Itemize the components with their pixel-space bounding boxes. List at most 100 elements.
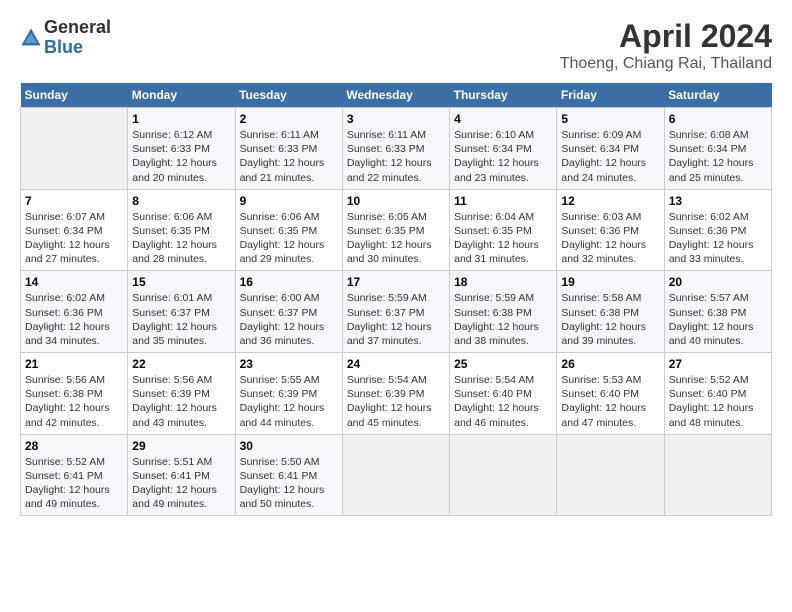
- day-number: 29: [132, 439, 230, 453]
- day-cell: 17 Sunrise: 5:59 AMSunset: 6:37 PMDayligh…: [342, 271, 449, 353]
- day-info: Sunrise: 5:54 AMSunset: 6:39 PMDaylight:…: [347, 373, 445, 430]
- day-cell: 12 Sunrise: 6:03 AMSunset: 6:36 PMDayligh…: [557, 189, 664, 271]
- day-info: Sunrise: 6:01 AMSunset: 6:37 PMDaylight:…: [132, 291, 230, 348]
- day-cell: 20Sunrise: 5:57 AMSunset: 6:38 PMDayligh…: [664, 271, 771, 353]
- day-number: 17: [347, 275, 445, 289]
- day-info: Sunrise: 6:02 AMSunset: 6:36 PMDaylight:…: [25, 291, 123, 348]
- day-cell: 21 Sunrise: 5:56 AMSunset: 6:38 PMDayligh…: [21, 353, 128, 435]
- day-info: Sunrise: 6:10 AMSunset: 6:34 PMDaylight:…: [454, 128, 552, 185]
- column-header-friday: Friday: [557, 83, 664, 108]
- day-info: Sunrise: 5:57 AMSunset: 6:38 PMDaylight:…: [669, 291, 767, 348]
- day-cell: 1 Sunrise: 6:12 AMSunset: 6:33 PMDaylight…: [128, 108, 235, 190]
- day-info: Sunrise: 6:12 AMSunset: 6:33 PMDaylight:…: [132, 128, 230, 185]
- day-info: Sunrise: 6:04 AMSunset: 6:35 PMDaylight:…: [454, 210, 552, 267]
- day-number: 22: [132, 357, 230, 371]
- day-cell: 4 Sunrise: 6:10 AMSunset: 6:34 PMDaylight…: [450, 108, 557, 190]
- column-header-sunday: Sunday: [21, 83, 128, 108]
- day-info: Sunrise: 6:02 AMSunset: 6:36 PMDaylight:…: [669, 210, 767, 267]
- day-info: Sunrise: 6:07 AMSunset: 6:34 PMDaylight:…: [25, 210, 123, 267]
- calendar-header-row: SundayMondayTuesdayWednesdayThursdayFrid…: [21, 83, 772, 108]
- day-info: Sunrise: 5:51 AMSunset: 6:41 PMDaylight:…: [132, 455, 230, 512]
- column-header-thursday: Thursday: [450, 83, 557, 108]
- day-info: Sunrise: 5:59 AMSunset: 6:38 PMDaylight:…: [454, 291, 552, 348]
- day-number: 15: [132, 275, 230, 289]
- title-block: April 2024 Thoeng, Chiang Rai, Thailand: [560, 18, 772, 73]
- day-number: 12: [561, 194, 659, 208]
- day-cell: 19Sunrise: 5:58 AMSunset: 6:38 PMDayligh…: [557, 271, 664, 353]
- week-row-4: 21 Sunrise: 5:56 AMSunset: 6:38 PMDayligh…: [21, 353, 772, 435]
- day-info: Sunrise: 5:56 AMSunset: 6:38 PMDaylight:…: [25, 373, 123, 430]
- day-info: Sunrise: 5:52 AMSunset: 6:41 PMDaylight:…: [25, 455, 123, 512]
- day-cell: 10 Sunrise: 6:05 AMSunset: 6:35 PMDayligh…: [342, 189, 449, 271]
- day-cell: 13 Sunrise: 6:02 AMSunset: 6:36 PMDayligh…: [664, 189, 771, 271]
- day-cell: 14 Sunrise: 6:02 AMSunset: 6:36 PMDayligh…: [21, 271, 128, 353]
- day-number: 24: [347, 357, 445, 371]
- day-info: Sunrise: 6:06 AMSunset: 6:35 PMDaylight:…: [240, 210, 338, 267]
- column-header-monday: Monday: [128, 83, 235, 108]
- day-number: 4: [454, 112, 552, 126]
- day-number: 8: [132, 194, 230, 208]
- day-cell: [342, 434, 449, 516]
- day-cell: 15 Sunrise: 6:01 AMSunset: 6:37 PMDayligh…: [128, 271, 235, 353]
- day-number: 3: [347, 112, 445, 126]
- day-number: 13: [669, 194, 767, 208]
- day-number: 14: [25, 275, 123, 289]
- day-cell: 6Sunrise: 6:08 AMSunset: 6:34 PMDaylight…: [664, 108, 771, 190]
- day-info: Sunrise: 6:06 AMSunset: 6:35 PMDaylight:…: [132, 210, 230, 267]
- day-number: 10: [347, 194, 445, 208]
- day-cell: 26Sunrise: 5:53 AMSunset: 6:40 PMDayligh…: [557, 353, 664, 435]
- day-number: 23: [240, 357, 338, 371]
- day-info: Sunrise: 5:58 AMSunset: 6:38 PMDaylight:…: [561, 291, 659, 348]
- day-number: 1: [132, 112, 230, 126]
- logo-blue: Blue: [44, 37, 83, 57]
- logo: General Blue: [20, 18, 111, 58]
- calendar-table: SundayMondayTuesdayWednesdayThursdayFrid…: [20, 83, 772, 516]
- day-number: 30: [240, 439, 338, 453]
- week-row-3: 14 Sunrise: 6:02 AMSunset: 6:36 PMDayligh…: [21, 271, 772, 353]
- day-cell: 22 Sunrise: 5:56 AMSunset: 6:39 PMDayligh…: [128, 353, 235, 435]
- day-cell: 5 Sunrise: 6:09 AMSunset: 6:34 PMDaylight…: [557, 108, 664, 190]
- day-cell: [664, 434, 771, 516]
- day-cell: [557, 434, 664, 516]
- day-info: Sunrise: 6:05 AMSunset: 6:35 PMDaylight:…: [347, 210, 445, 267]
- header-row: General Blue April 2024 Thoeng, Chiang R…: [20, 18, 772, 73]
- day-number: 2: [240, 112, 338, 126]
- day-cell: 25 Sunrise: 5:54 AMSunset: 6:40 PMDayligh…: [450, 353, 557, 435]
- week-row-2: 7Sunrise: 6:07 AMSunset: 6:34 PMDaylight…: [21, 189, 772, 271]
- day-cell: 16 Sunrise: 6:00 AMSunset: 6:37 PMDayligh…: [235, 271, 342, 353]
- day-number: 27: [669, 357, 767, 371]
- day-cell: 27Sunrise: 5:52 AMSunset: 6:40 PMDayligh…: [664, 353, 771, 435]
- day-cell: [21, 108, 128, 190]
- day-info: Sunrise: 5:59 AMSunset: 6:37 PMDaylight:…: [347, 291, 445, 348]
- day-cell: 18Sunrise: 5:59 AMSunset: 6:38 PMDayligh…: [450, 271, 557, 353]
- day-info: Sunrise: 6:03 AMSunset: 6:36 PMDaylight:…: [561, 210, 659, 267]
- logo-general: General: [44, 17, 111, 37]
- day-number: 5: [561, 112, 659, 126]
- main-title: April 2024: [560, 18, 772, 55]
- day-number: 25: [454, 357, 552, 371]
- day-info: Sunrise: 5:56 AMSunset: 6:39 PMDaylight:…: [132, 373, 230, 430]
- day-cell: 9Sunrise: 6:06 AMSunset: 6:35 PMDaylight…: [235, 189, 342, 271]
- week-row-1: 1 Sunrise: 6:12 AMSunset: 6:33 PMDaylight…: [21, 108, 772, 190]
- day-cell: 28Sunrise: 5:52 AMSunset: 6:41 PMDayligh…: [21, 434, 128, 516]
- day-number: 16: [240, 275, 338, 289]
- day-cell: 7Sunrise: 6:07 AMSunset: 6:34 PMDaylight…: [21, 189, 128, 271]
- day-number: 11: [454, 194, 552, 208]
- day-info: Sunrise: 6:11 AMSunset: 6:33 PMDaylight:…: [347, 128, 445, 185]
- day-info: Sunrise: 5:54 AMSunset: 6:40 PMDaylight:…: [454, 373, 552, 430]
- day-cell: 23 Sunrise: 5:55 AMSunset: 6:39 PMDayligh…: [235, 353, 342, 435]
- day-info: Sunrise: 6:11 AMSunset: 6:33 PMDaylight:…: [240, 128, 338, 185]
- main-container: General Blue April 2024 Thoeng, Chiang R…: [0, 0, 792, 526]
- column-header-tuesday: Tuesday: [235, 83, 342, 108]
- day-info: Sunrise: 6:00 AMSunset: 6:37 PMDaylight:…: [240, 291, 338, 348]
- column-header-saturday: Saturday: [664, 83, 771, 108]
- day-cell: 8 Sunrise: 6:06 AMSunset: 6:35 PMDaylight…: [128, 189, 235, 271]
- day-cell: 30Sunrise: 5:50 AMSunset: 6:41 PMDayligh…: [235, 434, 342, 516]
- day-cell: 11 Sunrise: 6:04 AMSunset: 6:35 PMDayligh…: [450, 189, 557, 271]
- day-info: Sunrise: 6:09 AMSunset: 6:34 PMDaylight:…: [561, 128, 659, 185]
- day-cell: 2 Sunrise: 6:11 AMSunset: 6:33 PMDaylight…: [235, 108, 342, 190]
- day-number: 21: [25, 357, 123, 371]
- subtitle: Thoeng, Chiang Rai, Thailand: [560, 55, 772, 73]
- day-cell: [450, 434, 557, 516]
- day-info: Sunrise: 5:55 AMSunset: 6:39 PMDaylight:…: [240, 373, 338, 430]
